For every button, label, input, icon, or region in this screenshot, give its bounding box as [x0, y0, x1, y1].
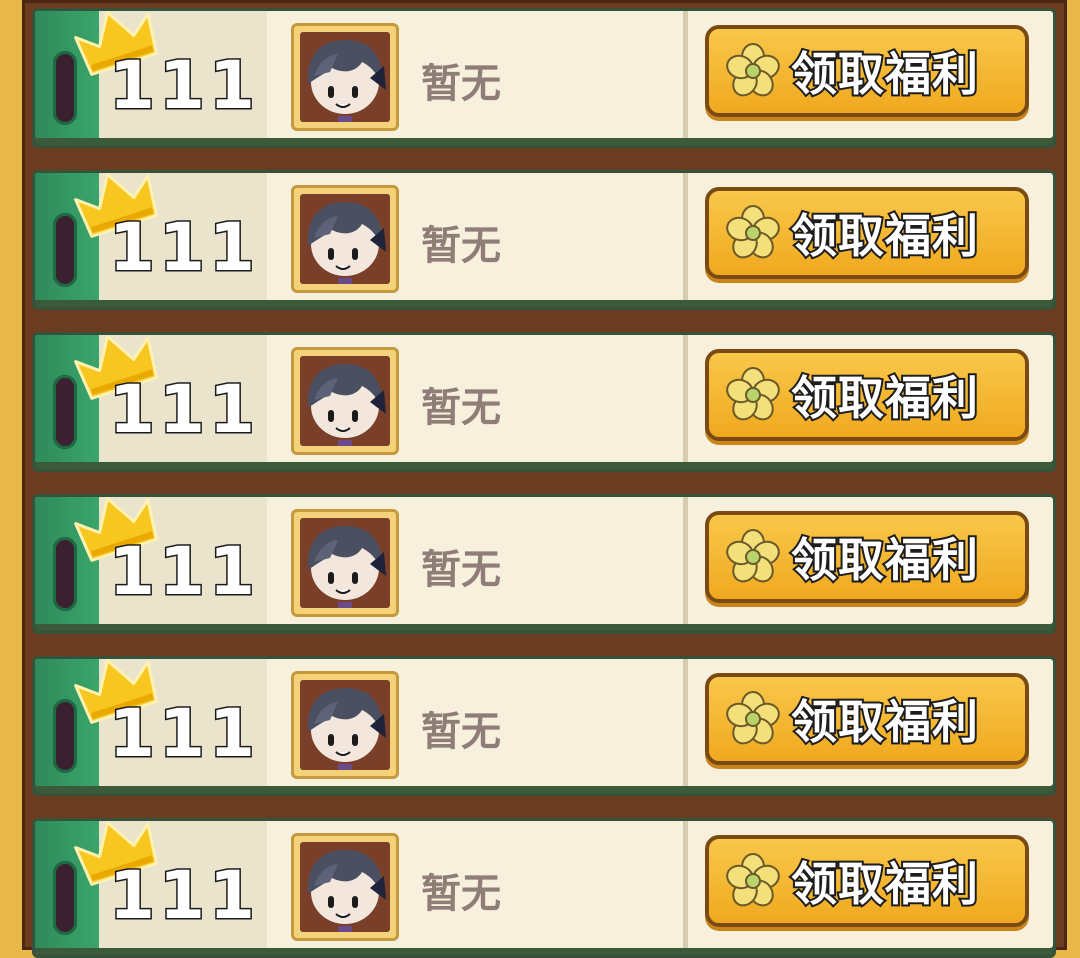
- avatar-frame[interactable]: [291, 347, 399, 455]
- rank-number: 1 1 1: [108, 855, 279, 935]
- rank-number: 1 1 1: [108, 45, 279, 125]
- divider: [683, 497, 688, 624]
- avatar-portrait: [307, 40, 386, 122]
- avatar: [300, 356, 390, 446]
- leaderboard-row: 1 1 1 暂无 领取福利: [32, 332, 1056, 472]
- divider: [683, 335, 688, 462]
- rank-slot: [53, 537, 77, 611]
- player-name: 暂无: [421, 871, 501, 917]
- claim-welfare-button[interactable]: 领取福利: [705, 835, 1029, 927]
- avatar: [300, 518, 390, 608]
- rank-digit: 1: [208, 531, 279, 611]
- claim-welfare-label: 领取福利: [789, 369, 980, 427]
- rank-slot: [53, 51, 77, 125]
- leaderboard-board: 1 1 1 暂无 领取福利 1 1 1 暂无 领取福利 1 1 1 暂无 领取福…: [22, 0, 1067, 958]
- rank-digit: 1: [208, 207, 279, 287]
- rank-slot: [53, 699, 77, 773]
- flower-icon: [726, 205, 780, 259]
- rank-slot: [53, 375, 77, 449]
- avatar: [300, 32, 390, 122]
- rank-digit: 1: [208, 45, 279, 125]
- claim-welfare-button[interactable]: 领取福利: [705, 673, 1029, 765]
- divider: [683, 821, 688, 948]
- rank-digit: 1: [108, 45, 179, 125]
- claim-welfare-button[interactable]: 领取福利: [705, 187, 1029, 279]
- leaderboard-row: 1 1 1 暂无 领取福利: [32, 818, 1056, 958]
- claim-welfare-button[interactable]: 领取福利: [705, 25, 1029, 117]
- divider: [683, 11, 688, 138]
- rank-number: 1 1 1: [108, 531, 279, 611]
- flower-icon: [726, 367, 780, 421]
- player-name: 暂无: [421, 61, 501, 107]
- player-name: 暂无: [421, 709, 501, 755]
- rank-digit: 1: [108, 693, 179, 773]
- claim-welfare-label: 领取福利: [789, 45, 980, 103]
- claim-welfare-button[interactable]: 领取福利: [705, 349, 1029, 441]
- avatar-portrait: [307, 364, 386, 446]
- row-panel: 1 1 1 暂无 领取福利: [35, 821, 1053, 948]
- player-name: 暂无: [421, 223, 501, 269]
- rank-digit: 1: [158, 693, 229, 773]
- row-panel: 1 1 1 暂无 领取福利: [35, 11, 1053, 138]
- rank-digit: 1: [208, 855, 279, 935]
- flower-icon: [726, 853, 780, 907]
- rank-slot: [53, 213, 77, 287]
- divider: [683, 173, 688, 300]
- row-panel: 1 1 1 暂无 领取福利: [35, 173, 1053, 300]
- rank-digit: 1: [108, 369, 179, 449]
- rank-digit: 1: [158, 207, 229, 287]
- row-panel: 1 1 1 暂无 领取福利: [35, 497, 1053, 624]
- leaderboard-row: 1 1 1 暂无 领取福利: [32, 170, 1056, 310]
- avatar-portrait: [307, 688, 386, 770]
- claim-welfare-label: 领取福利: [789, 207, 980, 265]
- rank-digit: 1: [108, 855, 179, 935]
- divider: [683, 659, 688, 786]
- rank-slot: [53, 861, 77, 935]
- rank-digit: 1: [158, 855, 229, 935]
- rank-number: 1 1 1: [108, 207, 279, 287]
- avatar-frame[interactable]: [291, 509, 399, 617]
- rank-digit: 1: [158, 369, 229, 449]
- rank-digit: 1: [108, 207, 179, 287]
- rank-digit: 1: [208, 369, 279, 449]
- avatar: [300, 842, 390, 932]
- claim-welfare-label: 领取福利: [789, 531, 980, 589]
- player-name: 暂无: [421, 547, 501, 593]
- avatar-frame[interactable]: [291, 185, 399, 293]
- avatar-portrait: [307, 850, 386, 932]
- rank-number: 1 1 1: [108, 693, 279, 773]
- rank-digit: 1: [208, 693, 279, 773]
- claim-welfare-label: 领取福利: [789, 855, 980, 913]
- row-panel: 1 1 1 暂无 领取福利: [35, 659, 1053, 786]
- flower-icon: [726, 529, 780, 583]
- flower-icon: [726, 43, 780, 97]
- avatar-portrait: [307, 526, 386, 608]
- avatar: [300, 194, 390, 284]
- rank-digit: 1: [158, 45, 229, 125]
- row-panel: 1 1 1 暂无 领取福利: [35, 335, 1053, 462]
- player-name: 暂无: [421, 385, 501, 431]
- claim-welfare-button[interactable]: 领取福利: [705, 511, 1029, 603]
- avatar-portrait: [307, 202, 386, 284]
- avatar: [300, 680, 390, 770]
- leaderboard-row: 1 1 1 暂无 领取福利: [32, 494, 1056, 634]
- leaderboard-row: 1 1 1 暂无 领取福利: [32, 656, 1056, 796]
- claim-welfare-label: 领取福利: [789, 693, 980, 751]
- leaderboard-row: 1 1 1 暂无 领取福利: [32, 8, 1056, 148]
- avatar-frame[interactable]: [291, 671, 399, 779]
- avatar-frame[interactable]: [291, 23, 399, 131]
- flower-icon: [726, 691, 780, 745]
- rank-digit: 1: [158, 531, 229, 611]
- rank-digit: 1: [108, 531, 179, 611]
- avatar-frame[interactable]: [291, 833, 399, 941]
- rank-number: 1 1 1: [108, 369, 279, 449]
